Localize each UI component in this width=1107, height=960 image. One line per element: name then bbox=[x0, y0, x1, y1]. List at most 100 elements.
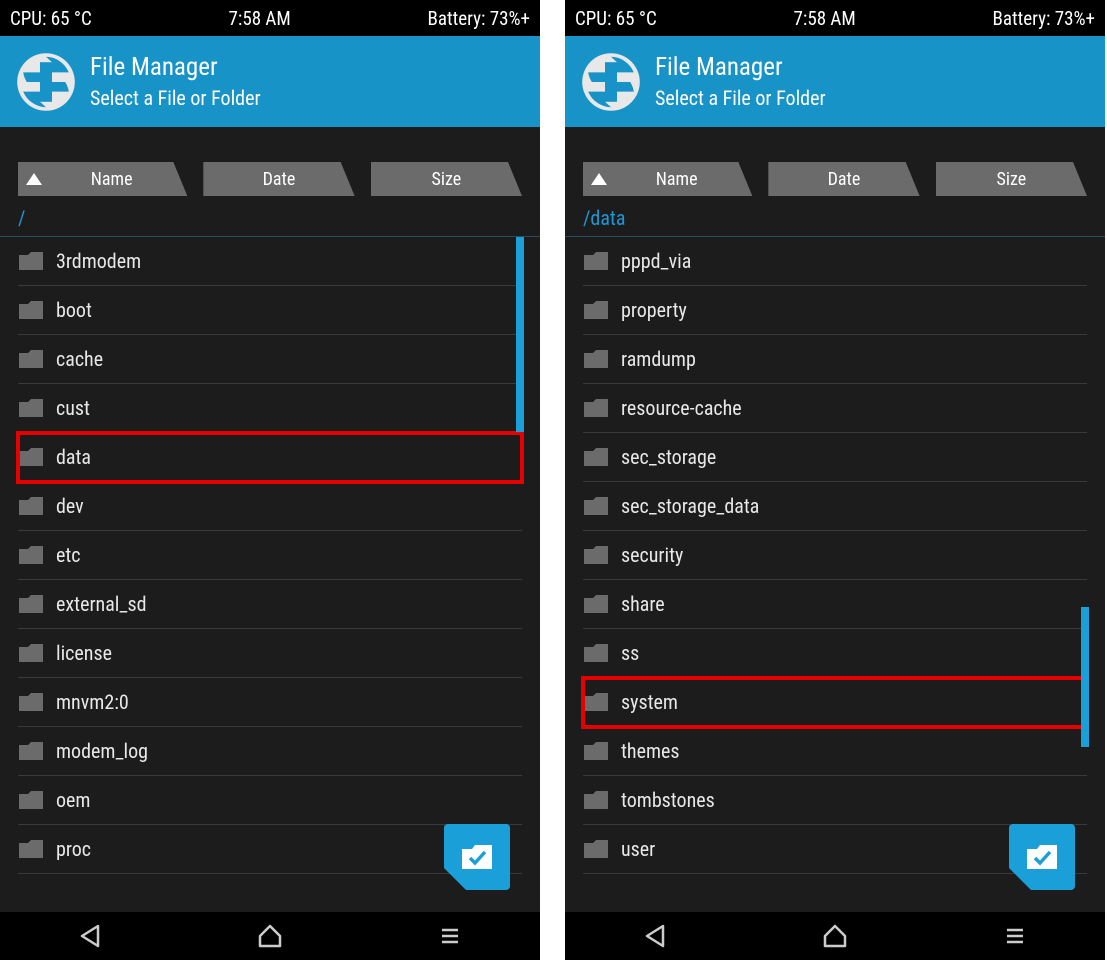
folder-icon bbox=[18, 251, 44, 271]
list-item[interactable]: mnvm2:0 bbox=[18, 678, 522, 727]
list-item[interactable]: property bbox=[583, 286, 1087, 335]
sort-date-button[interactable]: Date bbox=[768, 162, 919, 196]
list-item[interactable]: sec_storage bbox=[583, 433, 1087, 482]
phone-right: CPU: 65 °C 7:58 AM Battery: 73%+ File Ma… bbox=[565, 0, 1105, 960]
sort-arrow-up-icon bbox=[591, 173, 607, 185]
list-item[interactable]: cache bbox=[18, 335, 522, 384]
sort-date-button[interactable]: Date bbox=[203, 162, 354, 196]
header-subtitle: Select a File or Folder bbox=[655, 86, 826, 110]
folder-icon bbox=[583, 398, 609, 418]
list-item-label: sec_storage_data bbox=[621, 494, 759, 518]
list-item[interactable]: oem bbox=[18, 776, 522, 825]
list-item[interactable]: etc bbox=[18, 531, 522, 580]
list-item-label: ss bbox=[621, 641, 639, 665]
list-item[interactable]: sec_storage_data bbox=[583, 482, 1087, 531]
folder-icon bbox=[583, 839, 609, 859]
sort-name-button[interactable]: Name bbox=[18, 162, 187, 196]
list-item[interactable]: external_sd bbox=[18, 580, 522, 629]
header-title: File Manager bbox=[90, 53, 261, 82]
status-bar: CPU: 65 °C 7:58 AM Battery: 73%+ bbox=[565, 0, 1105, 36]
sort-name-button[interactable]: Name bbox=[583, 162, 752, 196]
sort-arrow-up-icon bbox=[26, 173, 42, 185]
list-item[interactable]: share bbox=[583, 580, 1087, 629]
phone-left: CPU: 65 °C 7:58 AM Battery: 73%+ File Ma… bbox=[0, 0, 540, 960]
list-item[interactable]: resource-cache bbox=[583, 384, 1087, 433]
folder-icon bbox=[18, 790, 44, 810]
list-item[interactable]: 3rdmodem bbox=[18, 237, 522, 286]
twrp-logo-icon bbox=[581, 52, 641, 112]
sort-size-button[interactable]: Size bbox=[936, 162, 1087, 196]
list-item-label: modem_log bbox=[56, 739, 148, 763]
sort-name-label: Name bbox=[656, 169, 698, 190]
list-item-label: 3rdmodem bbox=[56, 249, 141, 273]
folder-icon bbox=[583, 349, 609, 369]
home-icon[interactable] bbox=[256, 922, 284, 950]
folder-icon bbox=[18, 398, 44, 418]
folder-icon bbox=[18, 741, 44, 761]
home-icon[interactable] bbox=[821, 922, 849, 950]
list-item[interactable]: pppd_via bbox=[583, 237, 1087, 286]
nav-bar bbox=[565, 912, 1105, 960]
list-item[interactable]: boot bbox=[18, 286, 522, 335]
list-item[interactable]: ramdump bbox=[583, 335, 1087, 384]
sort-name-label: Name bbox=[91, 169, 133, 190]
folder-icon bbox=[583, 643, 609, 663]
list-item-label: boot bbox=[56, 298, 92, 322]
list-item-label: external_sd bbox=[56, 592, 147, 616]
list-item[interactable]: tombstones bbox=[583, 776, 1087, 825]
back-icon[interactable] bbox=[641, 922, 669, 950]
list-item[interactable]: cust bbox=[18, 384, 522, 433]
list-item[interactable]: security bbox=[583, 531, 1087, 580]
header-subtitle: Select a File or Folder bbox=[90, 86, 261, 110]
folder-icon bbox=[583, 447, 609, 467]
list-item[interactable]: themes bbox=[583, 727, 1087, 776]
back-icon[interactable] bbox=[76, 922, 104, 950]
file-list[interactable]: 3rdmodem boot cache cust data dev etc external_… bbox=[0, 237, 540, 912]
list-item-label: etc bbox=[56, 543, 81, 567]
folder-icon bbox=[18, 545, 44, 565]
status-time: 7:58 AM bbox=[229, 7, 291, 30]
list-item-label: cust bbox=[56, 396, 90, 420]
list-item[interactable]: license bbox=[18, 629, 522, 678]
folder-icon bbox=[18, 594, 44, 614]
list-item-label: data bbox=[56, 445, 91, 469]
list-item-label: pppd_via bbox=[621, 249, 691, 273]
list-item-label: dev bbox=[56, 494, 84, 518]
list-item-label: property bbox=[621, 298, 687, 322]
app-header: File Manager Select a File or Folder bbox=[0, 36, 540, 127]
status-cpu: CPU: 65 °C bbox=[575, 7, 657, 30]
sort-size-label: Size bbox=[431, 169, 461, 190]
list-item-label: mnvm2:0 bbox=[56, 690, 129, 714]
scrollbar[interactable] bbox=[516, 237, 524, 432]
header-title: File Manager bbox=[655, 53, 826, 82]
folder-icon bbox=[18, 447, 44, 467]
folder-icon bbox=[583, 594, 609, 614]
list-item[interactable]: data bbox=[18, 433, 522, 482]
folder-icon bbox=[583, 741, 609, 761]
sort-bar: Name Date Size bbox=[565, 162, 1105, 196]
folder-icon bbox=[18, 839, 44, 859]
menu-icon[interactable] bbox=[1001, 922, 1029, 950]
scrollbar[interactable] bbox=[1081, 607, 1089, 747]
list-item-label: cache bbox=[56, 347, 103, 371]
sort-size-button[interactable]: Size bbox=[371, 162, 522, 196]
app-header: File Manager Select a File or Folder bbox=[565, 36, 1105, 127]
menu-icon[interactable] bbox=[436, 922, 464, 950]
sort-date-label: Date bbox=[828, 169, 861, 190]
list-item[interactable]: system bbox=[583, 678, 1087, 727]
file-list[interactable]: pppd_via property ramdump resource-cache sec… bbox=[565, 237, 1105, 912]
status-time: 7:58 AM bbox=[794, 7, 856, 30]
folder-icon bbox=[18, 692, 44, 712]
list-item-label: system bbox=[621, 690, 678, 714]
list-item[interactable]: dev bbox=[18, 482, 522, 531]
list-item-label: proc bbox=[56, 837, 91, 861]
list-item[interactable]: ss bbox=[583, 629, 1087, 678]
list-item-label: oem bbox=[56, 788, 90, 812]
current-path: / bbox=[0, 196, 540, 237]
sort-bar: Name Date Size bbox=[0, 162, 540, 196]
list-item-label: resource-cache bbox=[621, 396, 742, 420]
status-bar: CPU: 65 °C 7:58 AM Battery: 73%+ bbox=[0, 0, 540, 36]
list-item[interactable]: modem_log bbox=[18, 727, 522, 776]
status-battery: Battery: 73%+ bbox=[992, 7, 1095, 30]
status-cpu: CPU: 65 °C bbox=[10, 7, 92, 30]
